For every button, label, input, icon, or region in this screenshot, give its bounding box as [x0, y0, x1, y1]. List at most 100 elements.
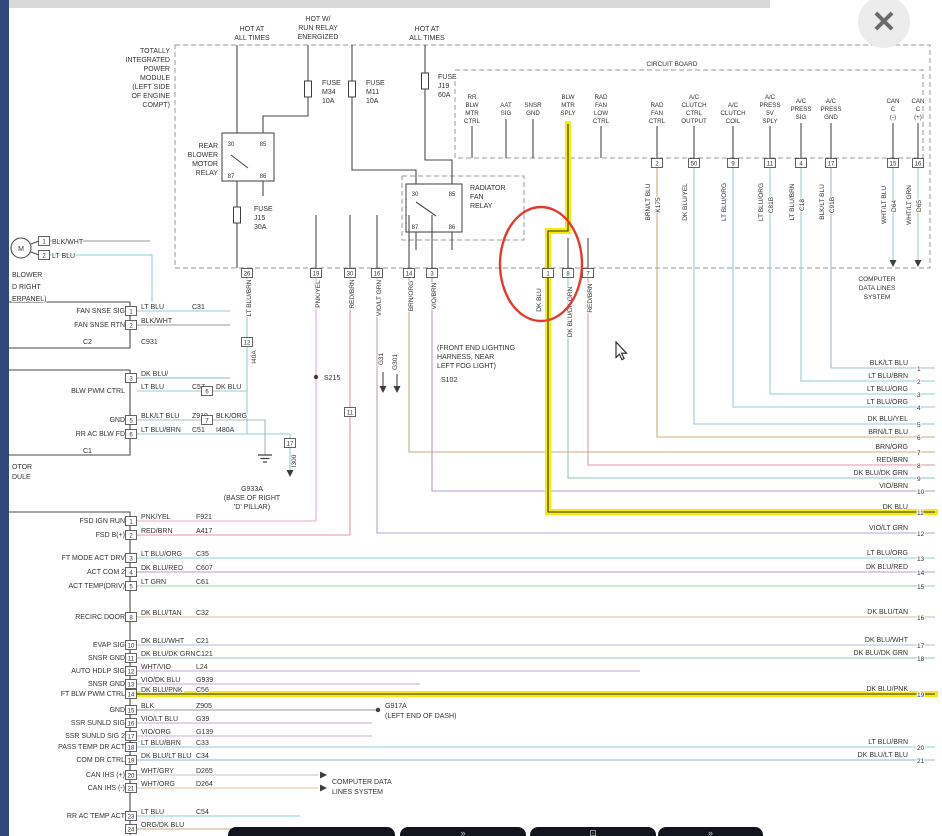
- fuse-symbol: [305, 81, 312, 97]
- diagram-label: A/C: [689, 94, 700, 101]
- circuit-code: C21: [196, 638, 209, 645]
- diagram-label: FAN: [651, 110, 663, 117]
- pin-number: 19: [917, 692, 925, 699]
- diagram-label: RAD: [650, 102, 664, 109]
- toolbar-button[interactable]: [228, 827, 395, 836]
- top-border-strip: [9, 0, 770, 8]
- diagram-label: (BASE OF RIGHT: [224, 495, 281, 502]
- wire-color-label: DK BLU/PNK: [866, 686, 908, 693]
- wire-color-label: DK BLU/DK GRN: [854, 470, 908, 477]
- wire-color-label: DK BLU/TAN: [867, 609, 908, 616]
- diagram-label: RAD: [594, 94, 608, 101]
- diagram-label: COMPT): [142, 102, 170, 109]
- diagram-label: LT BLU/ORG: [758, 183, 765, 221]
- diagram-label: POWER: [144, 66, 170, 73]
- diagram-label: 5V: [766, 110, 774, 117]
- wire-color-label: LT BLU/ORG: [141, 551, 182, 558]
- wire-color-label: BRN/LT BLU: [868, 429, 908, 436]
- diagram-label: D RIGHT: [12, 284, 42, 291]
- diagram-label: 86: [260, 174, 267, 180]
- wire-color-label: BRN/ORG: [875, 444, 908, 451]
- wire: [377, 278, 935, 533]
- diagram-label: SIG: [501, 110, 512, 117]
- signal-label: SSR SUNLD SIG 2: [65, 733, 125, 740]
- pin-number: 13: [128, 682, 135, 688]
- diagram-label: C: [916, 106, 921, 113]
- diagram-label: MTR: [561, 102, 575, 109]
- diagram-label: 30: [228, 142, 235, 148]
- wire-color-label: RED/BRN: [141, 528, 173, 535]
- pin-number: 12: [244, 340, 251, 346]
- pin-number: 3: [917, 392, 921, 399]
- diagram-label: CAN: [911, 98, 924, 105]
- toolbar-button[interactable]: ⊡: [530, 827, 656, 836]
- pin-number: 20: [917, 745, 925, 752]
- signal-label: GND: [109, 707, 125, 714]
- diagram-label: HOT AT: [415, 26, 440, 33]
- wire-color-label: I480A: [216, 427, 235, 434]
- diagram-label: RELAY: [196, 170, 219, 177]
- wire-color-label: BLK: [141, 703, 155, 710]
- wire-color-label: WHT/GRY: [141, 768, 174, 775]
- pin-number: 19: [128, 758, 135, 764]
- wire-color-label: VIO/LT BLU: [141, 716, 178, 723]
- pin-number: 4: [917, 405, 921, 412]
- wire-color-label: VIO/DK BLU: [141, 677, 180, 684]
- arrow-icon: [890, 260, 897, 267]
- diagram-label: COMPUTER DATA: [332, 779, 392, 786]
- page: HOT ATALL TIMESHOT W/RUN RELAYENERGIZEDH…: [0, 0, 942, 836]
- diagram-label: J15: [254, 215, 265, 222]
- diagram-label: 87: [228, 174, 235, 180]
- pin-number: 18: [128, 745, 135, 751]
- pin-number: 11: [917, 510, 924, 517]
- circuit-code: C32: [196, 610, 209, 617]
- pin-number: 12: [128, 669, 135, 675]
- wire: [425, 89, 452, 184]
- fuse-symbol: [234, 207, 241, 223]
- fuse-symbol: [422, 73, 429, 89]
- toolbar-button[interactable]: »: [400, 827, 526, 836]
- arrow-icon: [320, 785, 327, 792]
- circuit-code: C56: [196, 687, 209, 694]
- diagram-label: CIRCUIT BOARD: [646, 61, 697, 68]
- fuse-symbol: [349, 81, 356, 97]
- diagram-label: BLK/LT BLU: [819, 184, 826, 220]
- diagram-label: 86: [449, 225, 456, 231]
- splice-dot: [314, 375, 318, 379]
- diagram-label: D65: [916, 200, 923, 212]
- top-right-backdrop: [770, 0, 942, 44]
- pin-number: 2: [917, 379, 921, 386]
- diagram-label: 30A: [254, 224, 267, 231]
- diagram-label: AAT: [500, 102, 512, 109]
- diagram-label: G31: [378, 352, 385, 365]
- diagram-label: A/C: [796, 98, 807, 105]
- signal-label: BLW PWM CTRL: [71, 388, 125, 395]
- diagram-label: RUN RELAY: [298, 25, 338, 32]
- diagram-label: A/C: [728, 102, 739, 109]
- diagram-label: HOT AT: [240, 26, 265, 33]
- signal-label: FSD IGN RUN: [80, 518, 126, 525]
- wire-color-label: DK BLU: [216, 384, 241, 391]
- module-outline: [402, 176, 524, 240]
- diagram-label: SIG: [796, 114, 807, 121]
- diagram-label: DATA LINES: [859, 285, 896, 292]
- diagram-label: LINES SYSTEM: [332, 789, 383, 796]
- diagram-label: C81B: [768, 197, 775, 213]
- wire: [352, 97, 416, 184]
- diagram-label: J19: [438, 83, 449, 90]
- diagram-label: DK BLU: [536, 288, 543, 312]
- circuit-code: C607: [196, 565, 213, 572]
- pin-number: 17: [917, 643, 925, 650]
- diagram-label: FUSE: [322, 80, 341, 87]
- pin-number: 13: [917, 556, 925, 563]
- diagram-label: DK BLU/YEL: [682, 183, 689, 221]
- circuit-code: C121: [196, 651, 213, 658]
- wire-color-label: LT BLU/BRN: [141, 427, 181, 434]
- pin-number: 50: [691, 161, 698, 167]
- toolbar-button[interactable]: »: [658, 827, 763, 836]
- circuit-code: C61: [196, 579, 209, 586]
- diagram-label: RADIATOR: [470, 185, 506, 192]
- wire-color-label: LT BLU: [141, 384, 164, 391]
- diagram-label: G933A: [241, 486, 263, 493]
- wire-color-label: LT BLU/BRN: [868, 739, 908, 746]
